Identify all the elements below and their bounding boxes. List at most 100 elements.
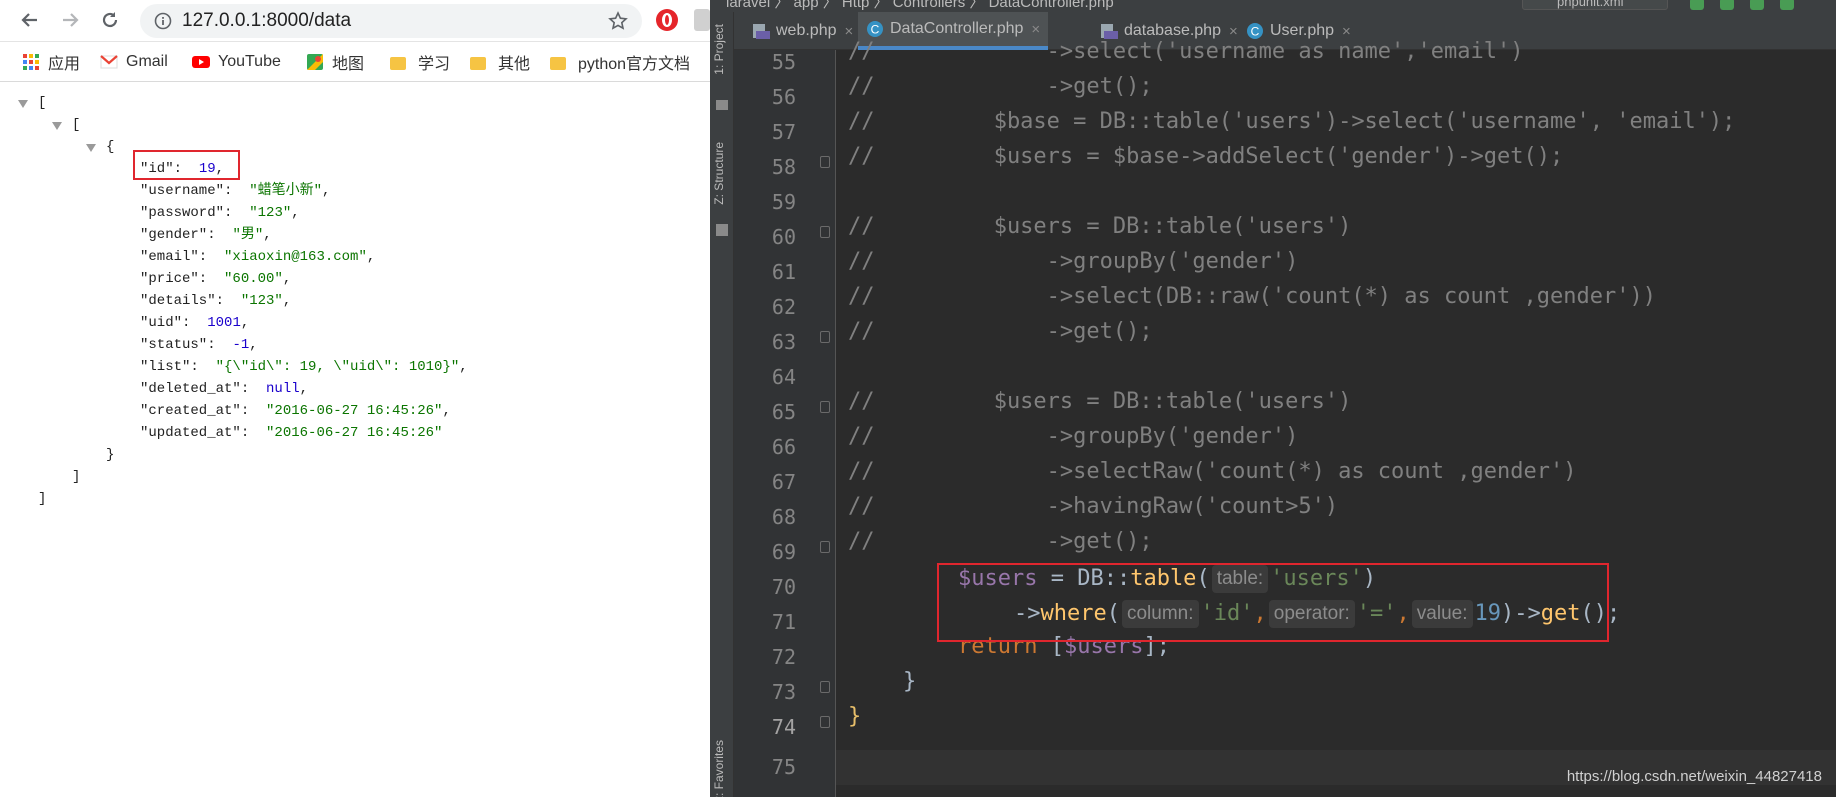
tab-label: database.php: [1124, 22, 1221, 39]
line-number: 55: [771, 50, 796, 74]
json-viewer: [ [ { "id": 19, "username": "蜡笔小新", "pas…: [0, 82, 710, 797]
line-number: 63: [771, 330, 796, 354]
fold-marker[interactable]: [820, 331, 830, 343]
reload-icon: [102, 12, 118, 28]
line-number: 62: [771, 295, 796, 319]
coverage-icon[interactable]: [1750, 0, 1764, 10]
json-comma: ,: [366, 249, 376, 265]
code-line-65: // $users = DB::table('users'): [848, 389, 1352, 414]
json-comma: ,: [299, 381, 309, 397]
json-key: "price":: [140, 271, 208, 287]
close-icon[interactable]: ×: [1229, 23, 1238, 40]
line-number: 58: [771, 155, 796, 179]
json-string: "xiaoxin@163.com": [224, 249, 367, 265]
address-bar[interactable]: 127.0.0.1:8000/data: [140, 4, 642, 38]
close-icon[interactable]: ×: [845, 23, 854, 40]
profile-icon[interactable]: [1780, 0, 1794, 10]
line-number: 65: [771, 400, 796, 424]
tab-label: User.php: [1270, 22, 1335, 39]
bookmark-apps[interactable]: 应用: [22, 42, 80, 82]
folder-icon: [390, 57, 406, 70]
code-line-58: // $users = $base->addSelect('gender')->…: [848, 144, 1564, 169]
folder-icon: [470, 57, 486, 70]
line-number: 70: [771, 575, 796, 599]
json-comma: ,: [291, 205, 300, 221]
json-comma: ,: [442, 403, 451, 419]
json-key: "list":: [140, 359, 199, 375]
json-key: "gender":: [140, 227, 216, 243]
json-string: "2016-06-27 16:45:26": [266, 403, 443, 419]
close-icon[interactable]: ×: [1342, 23, 1351, 40]
debug-icon[interactable]: [1720, 0, 1734, 10]
arrow-right-icon: [63, 13, 79, 27]
json-string: "{\"id\": 19, \"uid\": 1010}": [215, 359, 460, 375]
fold-marker[interactable]: [820, 681, 830, 693]
code-line-66: // ->groupBy('gender'): [848, 424, 1299, 449]
json-bracket: ]: [72, 469, 81, 485]
bookmark-folder-other[interactable]: 其他: [470, 42, 530, 82]
php-file-icon: [753, 24, 770, 39]
run-config-selector[interactable]: phpunit.xml: [1522, 0, 1668, 10]
json-key: "details":: [140, 293, 225, 309]
bookmark-youtube[interactable]: YouTube: [192, 42, 281, 82]
breadcrumb[interactable]: laravel 〉 app 〉 Http 〉 Controllers 〉 Dat…: [726, 0, 1114, 12]
json-row-uid: "uid": 1001,: [140, 314, 249, 332]
json-key: "status":: [140, 337, 216, 353]
fold-marker[interactable]: [820, 401, 830, 413]
json-string: "男": [232, 227, 264, 243]
collapse-toggle[interactable]: [18, 100, 28, 108]
run-icon[interactable]: [1690, 0, 1704, 10]
json-row-price: "price": "60.00",: [140, 270, 291, 288]
json-brace: {: [106, 139, 115, 155]
apps-grid-icon: [23, 54, 39, 70]
json-key: "email":: [140, 249, 208, 265]
back-button[interactable]: [16, 6, 44, 34]
json-bracket: [: [72, 117, 81, 133]
json-row-gender: "gender": "男",: [140, 226, 272, 244]
url-text: 127.0.0.1:8000/data: [182, 10, 352, 31]
json-key: "updated_at":: [140, 425, 250, 441]
json-row-list: "list": "{\"id\": 19, \"uid\": 1010}",: [140, 358, 468, 376]
extension-icon[interactable]: [694, 9, 710, 31]
bookmark-label: YouTube: [218, 53, 281, 70]
json-key: "deleted_at":: [140, 381, 250, 397]
php-class-icon: C: [867, 21, 883, 37]
collapse-toggle[interactable]: [86, 144, 96, 152]
bookmark-maps[interactable]: 地图: [306, 42, 364, 82]
line-number: 75: [771, 755, 796, 779]
json-row-email: "email": "xiaoxin@163.com",: [140, 248, 375, 266]
code-line-55: // ->select('username as name','email'): [848, 39, 1524, 64]
json-comma: ,: [459, 359, 468, 375]
bookmark-gmail[interactable]: Gmail: [100, 42, 168, 82]
bookmark-folder-study[interactable]: 学习: [390, 42, 450, 82]
tab-web-php[interactable]: web.php ×: [744, 12, 861, 50]
line-number: 60: [771, 225, 796, 249]
structure-tool-tab[interactable]: Z: Structure: [712, 142, 726, 205]
tab-label: web.php: [776, 22, 837, 39]
project-tool-tab[interactable]: 1: Project: [712, 24, 726, 75]
close-icon[interactable]: ×: [1031, 21, 1040, 38]
code-line-69: // ->get();: [848, 529, 1153, 554]
favorites-tool-tab[interactable]: 2: Favorites: [712, 740, 726, 797]
fold-marker[interactable]: [820, 716, 830, 728]
fold-marker[interactable]: [820, 156, 830, 168]
json-string: "2016-06-27 16:45:26": [266, 425, 443, 441]
collapse-toggle[interactable]: [52, 122, 62, 130]
code-editor[interactable]: // ->select('username as name','email') …: [836, 40, 1836, 797]
fold-marker[interactable]: [820, 541, 830, 553]
json-bracket: ]: [38, 491, 47, 507]
opera-extension-icon[interactable]: [656, 9, 678, 31]
highlight-box: [937, 563, 1609, 642]
svg-text:C: C: [871, 23, 880, 37]
line-number-gutter: 55 56 57 58 59 60 61 62 63 64 65 66 67 6…: [734, 50, 836, 797]
line-number: 72: [771, 645, 796, 669]
line-number: 69: [771, 540, 796, 564]
code-line-67: // ->selectRaw('count(*) as count ,gende…: [848, 459, 1577, 484]
json-string: "123": [240, 293, 283, 309]
fold-marker[interactable]: [820, 226, 830, 238]
forward-button[interactable]: [56, 6, 84, 34]
code-line-68: // ->havingRaw('count>5'): [848, 494, 1339, 519]
reload-button[interactable]: [96, 6, 124, 34]
bookmark-folder-python-docs[interactable]: python官方文档: [550, 42, 690, 82]
star-icon[interactable]: [608, 11, 628, 31]
